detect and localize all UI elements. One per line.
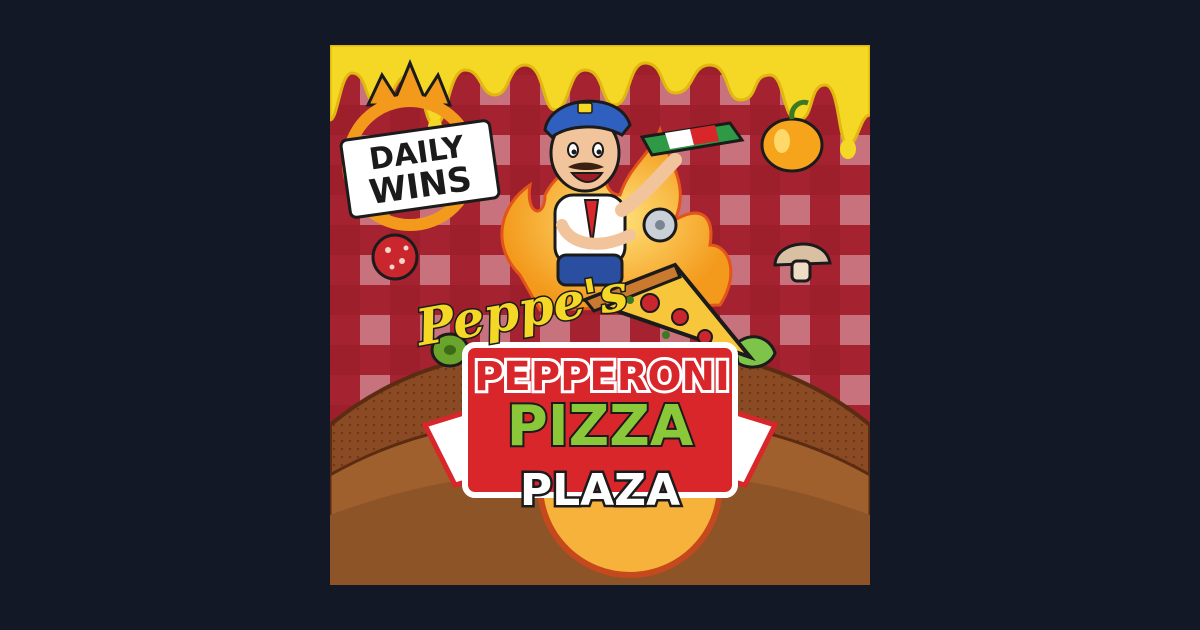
title-line-2: PIZZA [507, 394, 694, 459]
game-thumbnail[interactable]: DAILY WINS Peppe's PEPPERONI PIZZA PLAZA [330, 45, 870, 585]
title-line-3: PLAZA [520, 465, 680, 516]
pepperoni-slice-icon [371, 233, 419, 281]
page-background: DAILY WINS Peppe's PEPPERONI PIZZA PLAZA [0, 0, 1200, 630]
